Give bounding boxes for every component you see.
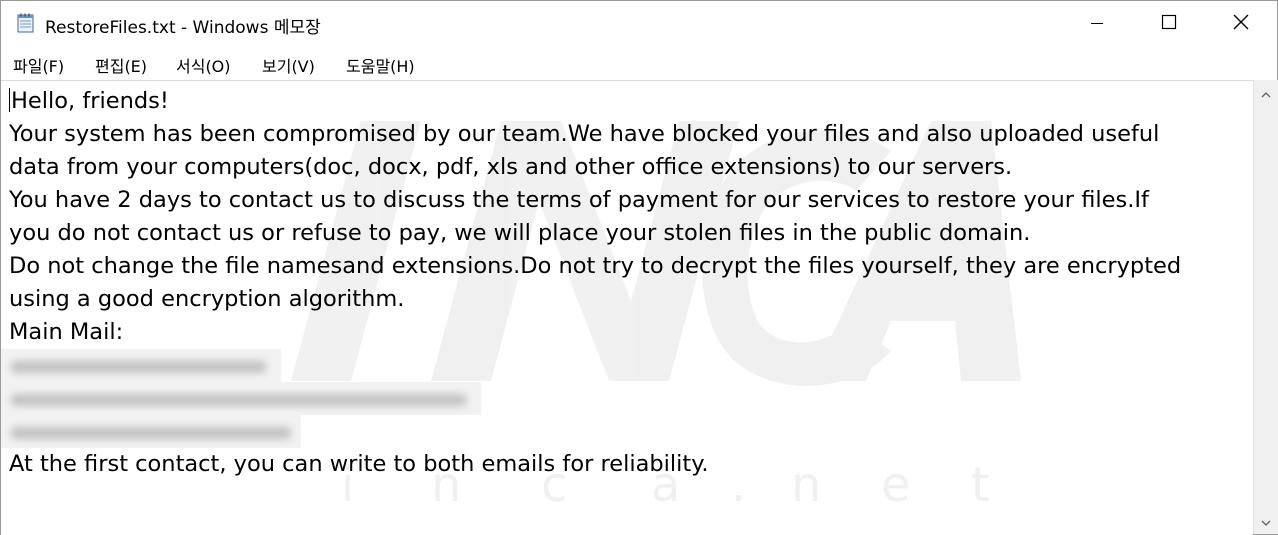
text-line: using a good encryption algorithm. bbox=[9, 286, 405, 312]
maximize-button[interactable] bbox=[1133, 1, 1205, 47]
notepad-window: RestoreFiles.txt - Windows 메모장 파일(F) 편집(… bbox=[0, 0, 1278, 535]
minimize-button[interactable] bbox=[1061, 1, 1133, 47]
menu-bar: 파일(F) 편집(E) 서식(O) 보기(V) 도움말(H) bbox=[1, 47, 1277, 79]
vertical-scrollbar[interactable] bbox=[1253, 80, 1278, 534]
document-text: Hello, friends! Your system has been com… bbox=[1, 85, 1249, 481]
notepad-icon bbox=[17, 13, 35, 33]
menu-format[interactable]: 서식(O) bbox=[176, 53, 231, 77]
text-line: Hello, friends! bbox=[9, 88, 169, 114]
menu-view[interactable]: 보기(V) bbox=[262, 53, 315, 77]
close-icon bbox=[1233, 14, 1249, 34]
close-button[interactable] bbox=[1205, 1, 1277, 47]
chevron-up-icon bbox=[1261, 84, 1271, 103]
maximize-icon bbox=[1161, 14, 1177, 34]
redacted-email-line bbox=[1, 382, 1249, 415]
text-line: You have 2 days to contact us to discuss… bbox=[9, 187, 1149, 213]
menu-help[interactable]: 도움말(H) bbox=[346, 53, 415, 77]
text-editor-area[interactable]: i n c a . n e t Hello, friends! Your sys… bbox=[1, 80, 1253, 535]
menu-file[interactable]: 파일(F) bbox=[13, 53, 64, 77]
text-line: you do not contact us or refuse to pay, … bbox=[9, 220, 1031, 246]
window-title: RestoreFiles.txt - Windows 메모장 bbox=[45, 18, 321, 38]
text-caret bbox=[9, 88, 10, 112]
text-line: Main Mail: bbox=[9, 319, 124, 345]
text-line: Your system has been compromised by our … bbox=[9, 121, 1160, 147]
scroll-down-button[interactable] bbox=[1254, 510, 1278, 532]
text-line: At the first contact, you can write to b… bbox=[9, 451, 709, 477]
menu-edit[interactable]: 편집(E) bbox=[95, 53, 147, 77]
redacted-email-line bbox=[1, 349, 1249, 382]
scroll-up-button[interactable] bbox=[1254, 82, 1278, 104]
title-bar[interactable]: RestoreFiles.txt - Windows 메모장 bbox=[1, 1, 1277, 47]
text-line: Do not change the file namesand extensio… bbox=[9, 253, 1182, 279]
chevron-down-icon bbox=[1261, 512, 1271, 531]
minimize-icon bbox=[1090, 15, 1104, 34]
text-line: data from your computers(doc, docx, pdf,… bbox=[9, 154, 1013, 180]
redacted-email-line bbox=[1, 415, 1249, 448]
